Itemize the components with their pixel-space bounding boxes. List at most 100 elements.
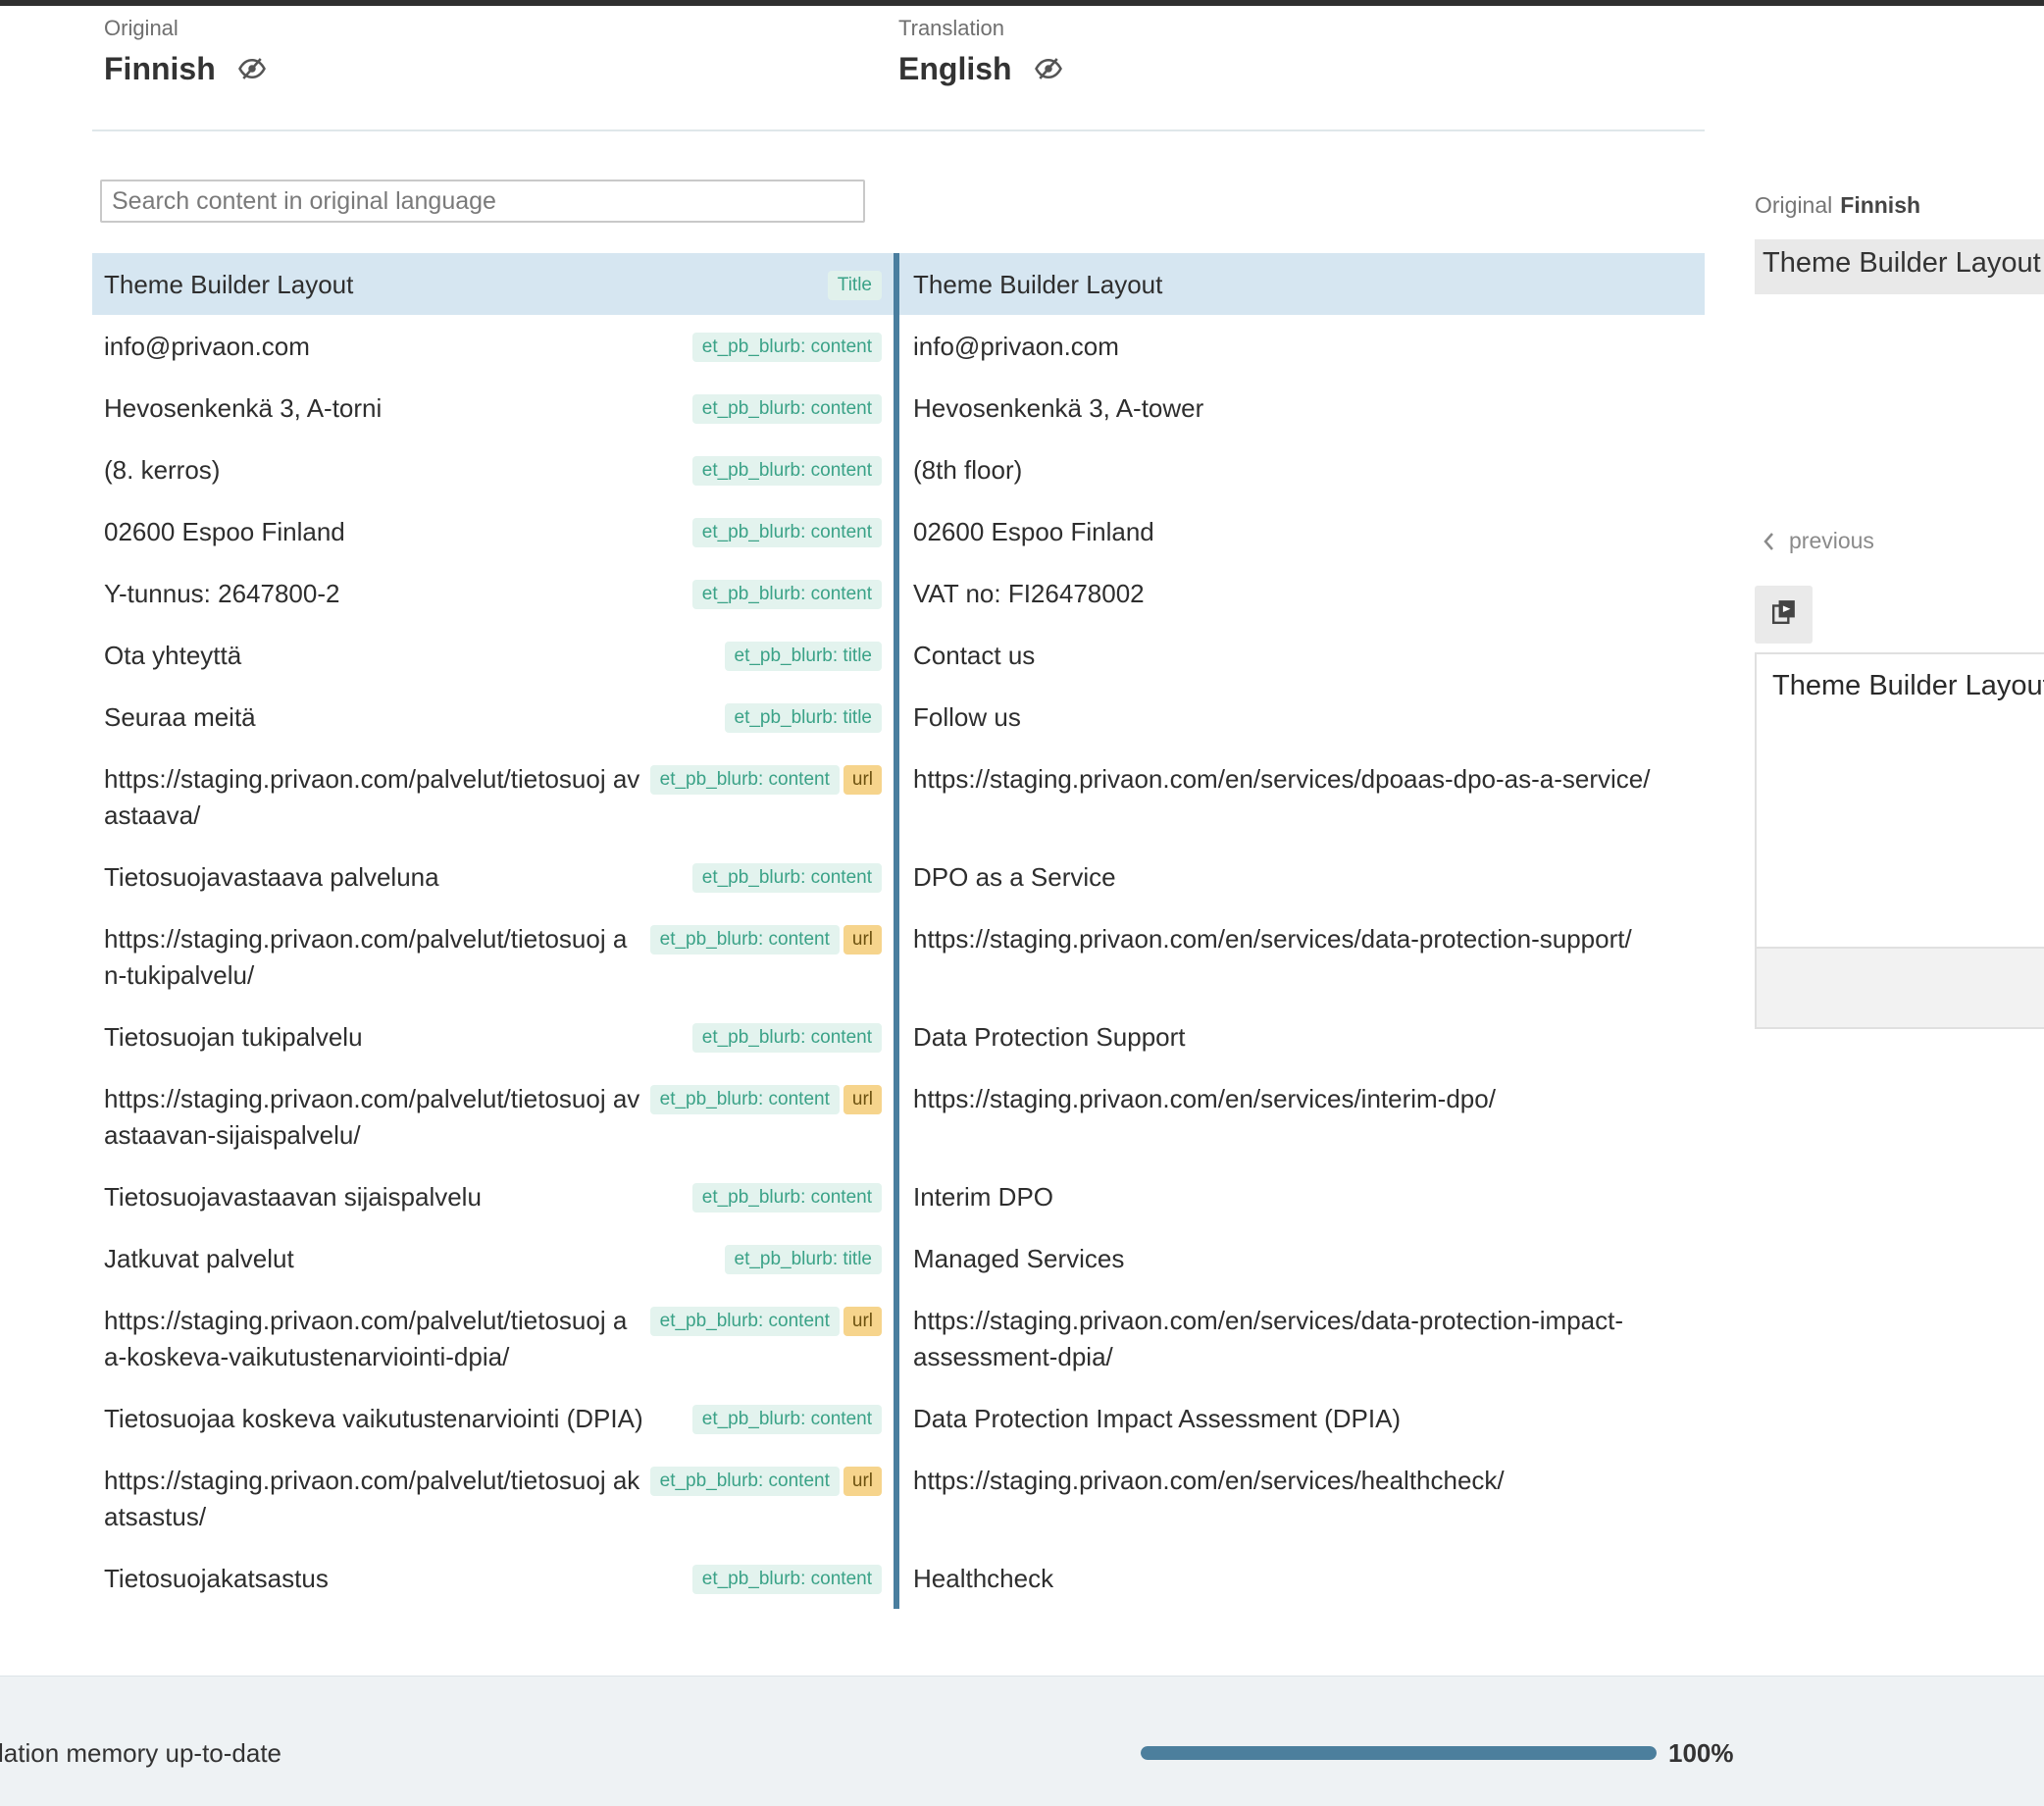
progress-bar [1141, 1746, 1657, 1760]
string-row[interactable]: Jatkuvat palvelut et_pb_blurb: title Manag… [92, 1227, 1705, 1289]
original-cell[interactable]: Y-tunnus: 2647800-2 et_pb_blurb: content [92, 562, 894, 624]
translation-cell[interactable]: Data Protection Support [899, 1006, 1705, 1067]
original-cell[interactable]: Tietosuojaa koskeva vaikutustenarviointi… [92, 1387, 894, 1449]
progress-percent: 100% [1668, 1738, 1734, 1768]
string-row[interactable]: Seuraa meitä et_pb_blurb: title Follow us [92, 686, 1705, 748]
translation-cell[interactable]: https://staging.privaon.com/en/services/… [899, 748, 1705, 846]
field-type-badge: et_pb_blurb: content [691, 1565, 882, 1594]
string-row[interactable]: Tietosuojavastaava palveluna et_pb_blurb:… [92, 846, 1705, 907]
translation-cell[interactable]: VAT no: FI26478002 [899, 562, 1705, 624]
translation-cell[interactable]: DPO as a Service [899, 846, 1705, 907]
string-row[interactable]: Y-tunnus: 2647800-2 et_pb_blurb: content V… [92, 562, 1705, 624]
string-row[interactable]: Ota yhteyttä et_pb_blurb: title Contact us [92, 624, 1705, 686]
string-row[interactable]: Tietosuojavastaavan sijaispalvelu et_pb_b… [92, 1165, 1705, 1227]
translation-cell[interactable]: https://staging.privaon.com/en/services/… [899, 1449, 1705, 1547]
original-cell[interactable]: https://staging.privaon.com/palvelut/tie… [92, 1289, 894, 1387]
string-row[interactable]: info@privaon.com et_pb_blurb: content info… [92, 315, 1705, 377]
translation-text: https://staging.privaon.com/en/services/… [913, 1084, 1496, 1113]
translation-cell[interactable]: info@privaon.com [899, 315, 1705, 377]
string-row[interactable]: Theme Builder Layout Title Theme Builder L… [92, 253, 1705, 315]
eye-slash-icon[interactable] [1034, 54, 1063, 83]
tag-group: et_pb_blurb: content [691, 574, 882, 609]
translation-cell[interactable]: https://staging.privaon.com/en/services/… [899, 1067, 1705, 1165]
original-text: Tietosuojakatsastus [104, 1564, 329, 1593]
field-type-badge: et_pb_blurb: content [691, 333, 882, 362]
translation-editor[interactable]: Theme Builder Layout [1755, 652, 2044, 949]
field-type-badge: et_pb_blurb: content [649, 1085, 840, 1114]
field-type-badge: et_pb_blurb: content [691, 1023, 882, 1053]
translation-text: https://staging.privaon.com/en/services/… [913, 924, 1632, 954]
original-cell[interactable]: Tietosuojakatsastus et_pb_blurb: content [92, 1547, 894, 1609]
translation-text: DPO as a Service [913, 862, 1116, 892]
original-cell[interactable]: Tietosuojavastaavan sijaispalvelu et_pb_b… [92, 1165, 894, 1227]
field-type-badge: et_pb_blurb: content [649, 765, 840, 795]
tag-group: et_pb_blurb: content [691, 857, 882, 893]
original-cell[interactable]: Ota yhteyttä et_pb_blurb: title [92, 624, 894, 686]
field-type-badge: et_pb_blurb: title [724, 642, 882, 671]
string-row[interactable]: https://staging.privaon.com/palvelut/tie… [92, 1289, 1705, 1387]
translation-cell[interactable]: Hevosenkenkä 3, A-tower [899, 377, 1705, 439]
original-cell[interactable]: info@privaon.com et_pb_blurb: content [92, 315, 894, 377]
translation-cell[interactable]: 02600 Espoo Finland [899, 500, 1705, 562]
tag-group: et_pb_blurb: content [691, 450, 882, 486]
translation-cell[interactable]: https://staging.privaon.com/en/services/… [899, 907, 1705, 1006]
copy-original-button[interactable] [1755, 586, 1813, 644]
previous-button[interactable]: previous [1762, 528, 1874, 554]
original-cell[interactable]: https://staging.privaon.com/palvelut/tie… [92, 748, 894, 846]
tag-group: et_pb_blurb: content [691, 1399, 882, 1434]
translation-language-header: Translation English [898, 14, 1063, 88]
string-row[interactable]: https://staging.privaon.com/palvelut/tie… [92, 1449, 1705, 1547]
string-row[interactable]: https://staging.privaon.com/palvelut/tie… [92, 748, 1705, 846]
search-input[interactable] [100, 180, 865, 223]
tag-group: et_pb_blurb: content [691, 1017, 882, 1053]
translation-memory-status: lation memory up-to-date [0, 1738, 282, 1768]
translation-text: Hevosenkenkä 3, A-tower [913, 393, 1204, 423]
original-cell[interactable]: Tietosuojavastaava palveluna et_pb_blurb:… [92, 846, 894, 907]
translation-cell[interactable]: (8th floor) [899, 439, 1705, 500]
translation-cell[interactable]: https://staging.privaon.com/en/services/… [899, 1289, 1705, 1387]
side-original-text: Theme Builder Layout [1755, 239, 2044, 294]
string-row[interactable]: https://staging.privaon.com/palvelut/tie… [92, 1067, 1705, 1165]
original-cell[interactable]: Theme Builder Layout Title [92, 253, 894, 315]
tag-group: et_pb_blurb: content url [649, 1079, 882, 1114]
translation-text: Contact us [913, 641, 1036, 670]
original-text: Tietosuojavastaava palveluna [104, 862, 439, 892]
tag-group: et_pb_blurb: content [691, 512, 882, 547]
string-row[interactable]: 02600 Espoo Finland et_pb_blurb: content 0… [92, 500, 1705, 562]
translation-cell[interactable]: Healthcheck [899, 1547, 1705, 1609]
string-row[interactable]: Tietosuojan tukipalvelu et_pb_blurb: cont… [92, 1006, 1705, 1067]
string-row[interactable]: Tietosuojaa koskeva vaikutustenarviointi… [92, 1387, 1705, 1449]
original-cell[interactable]: https://staging.privaon.com/palvelut/tie… [92, 907, 894, 1006]
original-cell[interactable]: 02600 Espoo Finland et_pb_blurb: content [92, 500, 894, 562]
translation-cell[interactable]: Data Protection Impact Assessment (DPIA) [899, 1387, 1705, 1449]
string-row[interactable]: Tietosuojakatsastus et_pb_blurb: content H… [92, 1547, 1705, 1609]
original-cell[interactable]: https://staging.privaon.com/palvelut/tie… [92, 1067, 894, 1165]
translation-text: Healthcheck [913, 1564, 1054, 1593]
string-row[interactable]: Hevosenkenkä 3, A-torni et_pb_blurb: cont… [92, 377, 1705, 439]
translation-cell[interactable]: Follow us [899, 686, 1705, 748]
original-cell[interactable]: Jatkuvat palvelut et_pb_blurb: title [92, 1227, 894, 1289]
url-badge: url [843, 765, 882, 795]
original-cell[interactable]: (8. kerros) et_pb_blurb: content [92, 439, 894, 500]
url-badge: url [843, 925, 882, 955]
field-type-badge: Title [827, 271, 882, 300]
original-cell[interactable]: https://staging.privaon.com/palvelut/tie… [92, 1449, 894, 1547]
original-kicker: Original [104, 16, 179, 40]
original-cell[interactable]: Tietosuojan tukipalvelu et_pb_blurb: cont… [92, 1006, 894, 1067]
translation-text: https://staging.privaon.com/en/services/… [913, 1306, 1624, 1371]
string-list: Theme Builder Layout Title Theme Builder L… [92, 253, 1705, 1609]
translation-language-name: English [898, 51, 1012, 86]
field-type-badge: et_pb_blurb: content [691, 863, 882, 893]
translation-cell[interactable]: Contact us [899, 624, 1705, 686]
translation-text: Interim DPO [913, 1182, 1054, 1212]
original-cell[interactable]: Seuraa meitä et_pb_blurb: title [92, 686, 894, 748]
string-row[interactable]: (8. kerros) et_pb_blurb: content (8th floo… [92, 439, 1705, 500]
translation-cell[interactable]: Interim DPO [899, 1165, 1705, 1227]
original-cell[interactable]: Hevosenkenkä 3, A-torni et_pb_blurb: cont… [92, 377, 894, 439]
string-row[interactable]: https://staging.privaon.com/palvelut/tie… [92, 907, 1705, 1006]
translation-cell[interactable]: Managed Services [899, 1227, 1705, 1289]
translation-cell[interactable]: Theme Builder Layout [899, 253, 1705, 315]
eye-slash-icon[interactable] [237, 54, 267, 83]
field-type-badge: et_pb_blurb: title [724, 1245, 882, 1274]
field-type-badge: et_pb_blurb: content [649, 1307, 840, 1336]
